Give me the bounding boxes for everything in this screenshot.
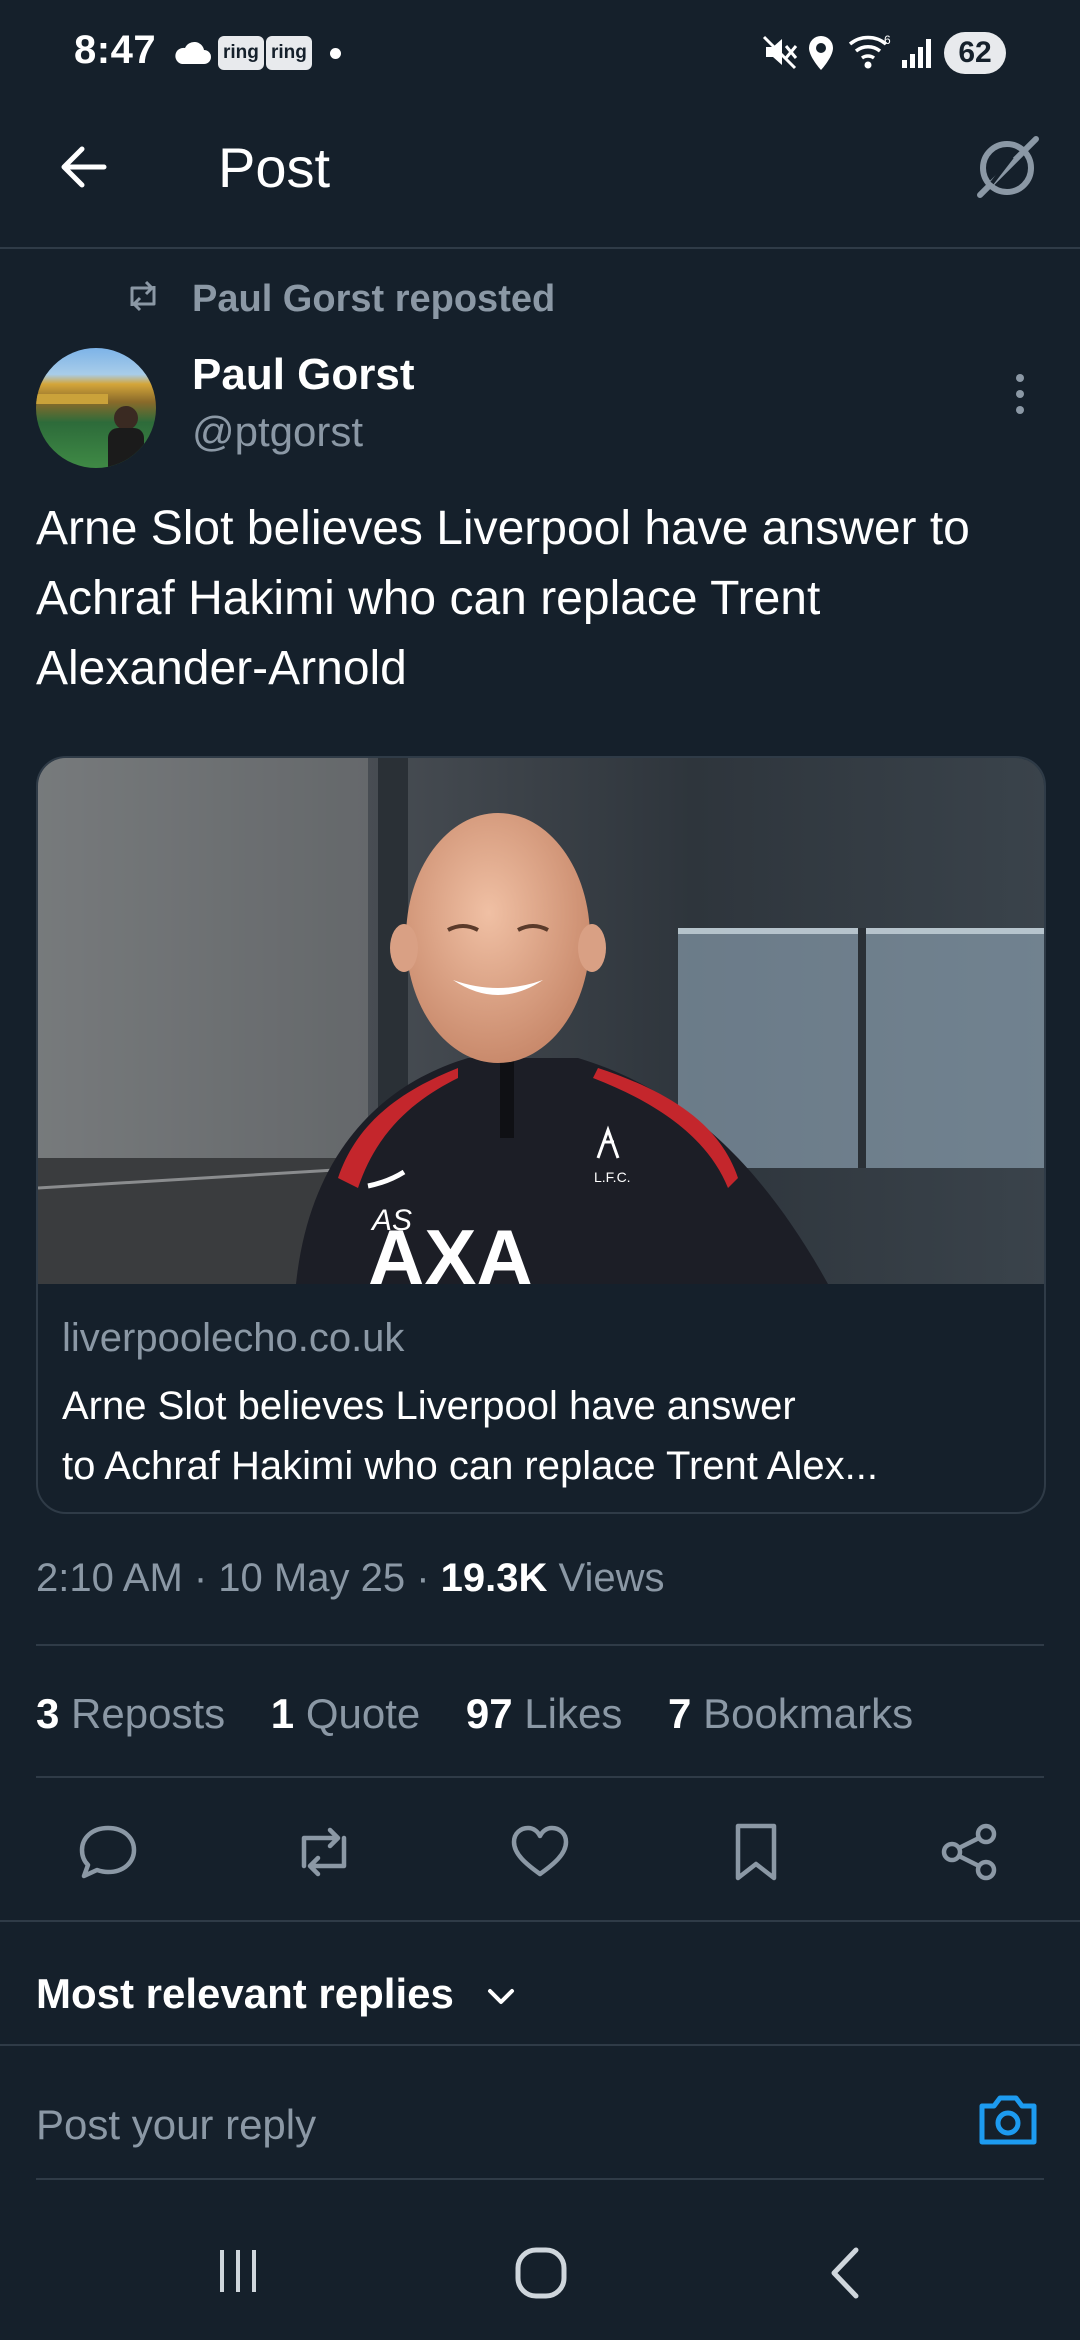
reply-input[interactable] (36, 2092, 936, 2158)
cloud-icon (175, 41, 211, 64)
repost-icon[interactable] (292, 1820, 356, 1884)
engagement-stats: 3 Reposts 1 Quote 97 Likes 7 Bookmarks (36, 1690, 947, 1738)
location-icon (809, 36, 833, 70)
page-title: Post (218, 136, 331, 199)
more-options-icon[interactable] (1004, 370, 1036, 418)
replies-sort-label: Most relevant replies (36, 1970, 454, 2017)
grok-icon[interactable] (972, 133, 1042, 203)
ring-icon: ring (218, 36, 264, 70)
top-app-bar: Post (0, 105, 1080, 249)
repost-label[interactable]: Paul Gorst reposted (192, 278, 555, 321)
author-name[interactable]: Paul Gorst (192, 350, 415, 400)
chevron-down-icon (487, 1988, 514, 2004)
camera-icon[interactable] (976, 2090, 1040, 2150)
bookmarks-stat[interactable]: 7 Bookmarks (668, 1690, 947, 1737)
ring-icon: ring (266, 36, 312, 70)
likes-stat[interactable]: 97 Likes (466, 1690, 656, 1737)
link-preview-card[interactable]: AS AXA L.F.C. liverpoolecho.co.uk Arne S… (36, 756, 1046, 1514)
battery-icon: 62 (944, 32, 1006, 74)
status-bar: 8:47 ring ring 6 62 (0, 0, 1080, 105)
post-timestamp: 2:10 AM · 10 May 25 · (36, 1556, 441, 1600)
author-handle[interactable]: @ptgorst (192, 408, 363, 456)
wifi-icon: 6 (848, 33, 891, 69)
card-title: Arne Slot believes Liverpool have answer… (62, 1376, 1022, 1496)
share-icon[interactable] (938, 1820, 1002, 1884)
status-time: 8:47 (74, 28, 157, 72)
post-text: Arne Slot believes Liverpool have answer… (36, 502, 970, 695)
card-domain: liverpoolecho.co.uk (62, 1316, 405, 1360)
back-nav-icon[interactable] (826, 2246, 866, 2300)
back-arrow-icon[interactable] (56, 139, 112, 195)
system-nav-bar (0, 2196, 1080, 2340)
svg-text:6: 6 (884, 33, 891, 47)
article-image: AS AXA L.F.C. (38, 758, 1044, 1284)
card-title-line: to Achraf Hakimi who can replace Trent A… (62, 1444, 878, 1488)
views-count: 19.3K (440, 1556, 548, 1600)
divider (36, 1644, 1044, 1646)
card-title-line: Arne Slot believes Liverpool have answer (62, 1384, 796, 1428)
reply-icon[interactable] (76, 1820, 140, 1884)
like-icon[interactable] (508, 1820, 572, 1884)
home-icon[interactable] (514, 2246, 568, 2300)
replies-sort-dropdown[interactable]: Most relevant replies (36, 1970, 518, 2018)
signal-icon (902, 39, 931, 68)
avatar[interactable] (36, 348, 156, 468)
bookmark-icon[interactable] (724, 1820, 788, 1884)
divider (36, 2178, 1044, 2180)
views-label: Views (547, 1556, 665, 1600)
repost-indicator-icon (130, 280, 156, 312)
recent-apps-icon[interactable] (214, 2246, 264, 2296)
divider (0, 2044, 1080, 2046)
dot-icon (330, 48, 341, 59)
quotes-stat[interactable]: 1 Quote (271, 1690, 454, 1737)
jacket-sponsor: AXA (368, 1213, 533, 1284)
divider (36, 1776, 1044, 1778)
post-meta: 2:10 AM · 10 May 25 · 19.3K Views (36, 1556, 664, 1601)
reposts-stat[interactable]: 3 Reposts (36, 1690, 259, 1737)
mute-icon (762, 35, 798, 70)
divider (0, 1920, 1080, 1922)
jacket-crest: L.F.C. (594, 1169, 631, 1185)
